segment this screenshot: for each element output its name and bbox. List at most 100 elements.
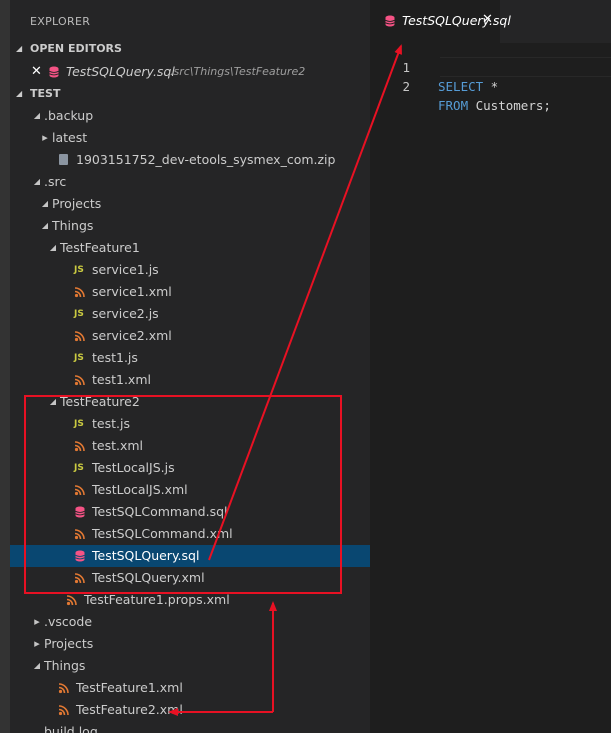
js-icon: JS xyxy=(74,353,84,363)
tree-file-service1-xml[interactable]: service1.xml xyxy=(10,281,370,303)
tree-folder-projects[interactable]: ▸ Projects xyxy=(10,633,370,655)
close-icon[interactable]: ✕ xyxy=(31,61,42,83)
tree-item-label: TestLocalJS.js xyxy=(92,460,175,475)
tree-item-label: TestFeature2.xml xyxy=(76,702,183,717)
tree-item-label: TestFeature1.xml xyxy=(76,680,183,695)
tree-folder-backup[interactable]: ◢ .backup xyxy=(10,105,370,127)
tree-item-label: .vscode xyxy=(44,614,93,629)
open-editor-path: .src\Things\TestFeature2 xyxy=(170,65,306,78)
tree-folder-latest[interactable]: ▸ latest xyxy=(10,127,370,149)
rss-icon xyxy=(74,287,85,298)
tree-file-test-js[interactable]: JS test.js xyxy=(10,413,370,435)
tree-folder-vscode[interactable]: ▸ .vscode xyxy=(10,611,370,633)
tree-folder-things[interactable]: ◢ Things xyxy=(10,215,370,237)
tree-folder-testfeature2[interactable]: ◢ TestFeature2 xyxy=(10,391,370,413)
sql-keyword: SELECT xyxy=(438,79,484,94)
current-line-highlight xyxy=(440,57,611,77)
js-icon: JS xyxy=(74,463,84,473)
rss-icon xyxy=(74,529,85,540)
chevron-down-icon[interactable]: ◢ xyxy=(48,391,58,413)
js-icon: JS xyxy=(74,265,84,275)
database-icon xyxy=(75,550,85,562)
tree-item-label: latest xyxy=(52,130,88,145)
tree-file-testlocaljs-xml[interactable]: TestLocalJS.xml xyxy=(10,479,370,501)
tree-item-label: TestFeature1.props.xml xyxy=(84,592,230,607)
tree-file-testfeature2-xml[interactable]: TestFeature2.xml xyxy=(10,699,370,721)
chevron-right-icon[interactable]: ▸ xyxy=(40,127,50,149)
explorer-sidebar: EXPLORER ◢ OPEN EDITORS ✕ TestSQLQuery.s… xyxy=(10,0,370,733)
tree-item-label: TestSQLQuery.xml xyxy=(92,570,205,585)
tree-file-test1-js[interactable]: JS test1.js xyxy=(10,347,370,369)
tree-item-label: Things xyxy=(44,658,86,673)
sql-keyword: FROM xyxy=(438,98,469,113)
chevron-right-icon[interactable]: ▸ xyxy=(32,633,42,655)
js-icon: JS xyxy=(74,309,84,319)
tree-file-service2-js[interactable]: JS service2.js xyxy=(10,303,370,325)
tree-file-test-xml[interactable]: test.xml xyxy=(10,435,370,457)
database-icon xyxy=(385,15,395,27)
tree-file-build-log[interactable]: build.log xyxy=(10,721,370,733)
line-number: 2 xyxy=(402,79,410,94)
tree-file-testfeature1-props-xml[interactable]: TestFeature1.props.xml xyxy=(10,589,370,611)
tree-item-label: service2.js xyxy=(92,306,159,321)
chevron-down-icon[interactable]: ◢ xyxy=(40,215,50,237)
chevron-down-icon[interactable]: ◢ xyxy=(32,105,42,127)
tree-item-label: TestSQLQuery.sql xyxy=(92,548,200,563)
tree-file-service2-xml[interactable]: service2.xml xyxy=(10,325,370,347)
editor-tab-bar: TestSQLQuery.sql ✕ xyxy=(370,0,611,43)
tree-folder-testfeature1[interactable]: ◢ TestFeature1 xyxy=(10,237,370,259)
tab-label: TestSQLQuery.sql xyxy=(402,13,511,28)
rss-icon xyxy=(66,595,77,606)
tree-folder-src[interactable]: ◢ .src xyxy=(10,171,370,193)
tree-item-label: service1.js xyxy=(92,262,159,277)
tree-file-test1-xml[interactable]: test1.xml xyxy=(10,369,370,391)
chevron-down-icon[interactable]: ◢ xyxy=(32,171,42,193)
tree-file-testsqlcommand-sql[interactable]: TestSQLCommand.sql xyxy=(10,501,370,523)
rss-icon xyxy=(58,705,69,716)
code-line-2: 2 FROM Customers; xyxy=(370,58,550,113)
tree-item-label: TestFeature1 xyxy=(60,240,140,255)
tree-item-label: Things xyxy=(52,218,94,233)
tree-item-label: service2.xml xyxy=(92,328,172,343)
rss-icon xyxy=(74,375,85,386)
tree-item-label: TestSQLCommand.xml xyxy=(92,526,233,541)
tab-testsqlquery[interactable]: TestSQLQuery.sql ✕ xyxy=(370,0,511,43)
chevron-down-icon: ◢ xyxy=(16,89,23,98)
tree-file-service1-js[interactable]: JS service1.js xyxy=(10,259,370,281)
activity-bar xyxy=(0,0,10,733)
open-editor-name: TestSQLQuery.sql xyxy=(66,64,175,79)
tree-file-testfeature1-xml[interactable]: TestFeature1.xml xyxy=(10,677,370,699)
js-icon: JS xyxy=(74,419,84,429)
tree-item-label: TestLocalJS.xml xyxy=(92,482,188,497)
code-editor[interactable]: 1 SELECT * 2 FROM Customers; xyxy=(370,43,611,733)
tree-item-label: Projects xyxy=(52,196,102,211)
tree-item-label: .backup xyxy=(44,108,94,123)
tree-file-testsqlcommand-xml[interactable]: TestSQLCommand.xml xyxy=(10,523,370,545)
rss-icon xyxy=(58,683,69,694)
tree-file-testsqlquery-xml[interactable]: TestSQLQuery.xml xyxy=(10,567,370,589)
tree-item-label: TestFeature2 xyxy=(60,394,140,409)
chevron-down-icon[interactable]: ◢ xyxy=(32,655,42,677)
tree-item-label: test1.xml xyxy=(92,372,151,387)
open-editor-item[interactable]: ✕ TestSQLQuery.sql .src\Things\TestFeatu… xyxy=(10,61,370,83)
rss-icon xyxy=(74,331,85,342)
tree-folder-things[interactable]: ◢ Things xyxy=(10,655,370,677)
chevron-down-icon[interactable]: ◢ xyxy=(48,237,58,259)
chevron-down-icon[interactable]: ◢ xyxy=(40,193,50,215)
tree-file-testsqlquery-sql[interactable]: TestSQLQuery.sql xyxy=(10,545,370,567)
tree-file-1903151752-dev-etools-sysmex-com-zip[interactable]: 1903151752_dev-etools_sysmex_com.zip xyxy=(10,149,370,171)
tree-item-label: build.log xyxy=(44,724,98,733)
tree-file-testlocaljs-js[interactable]: JS TestLocalJS.js xyxy=(10,457,370,479)
code-line-1: 1 SELECT * xyxy=(370,39,498,94)
zip-icon xyxy=(59,154,68,165)
code-text: * xyxy=(483,79,499,94)
tree-folder-projects[interactable]: ◢ Projects xyxy=(10,193,370,215)
tree-item-label: service1.xml xyxy=(92,284,172,299)
close-icon[interactable]: ✕ xyxy=(482,12,493,27)
tree-item-label: test.js xyxy=(92,416,130,431)
code-text: Customers; xyxy=(468,98,551,113)
tree-item-label: test1.js xyxy=(92,350,138,365)
open-editors-header[interactable]: ◢ OPEN EDITORS xyxy=(10,38,370,60)
workspace-header[interactable]: ◢ TEST xyxy=(10,83,370,105)
chevron-right-icon[interactable]: ▸ xyxy=(32,611,42,633)
